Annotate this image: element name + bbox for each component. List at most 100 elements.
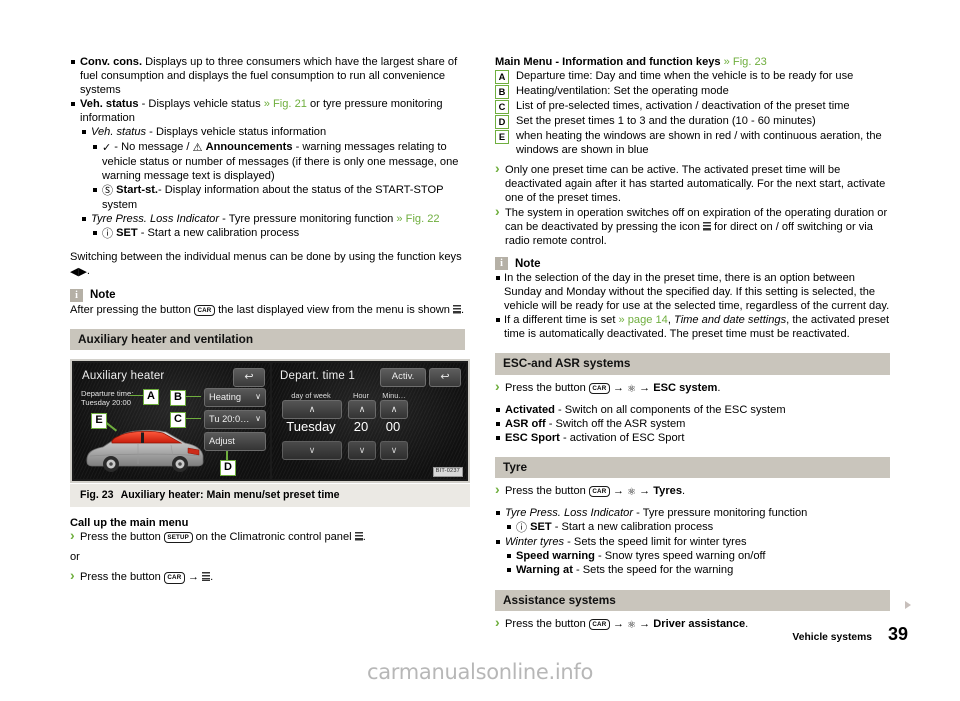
legend-row-e: E when heating the windows are shown in … xyxy=(495,129,890,157)
callout-c: C xyxy=(170,411,186,428)
key-marker-d: D xyxy=(495,115,509,130)
right-column: Main Menu - Information and function key… xyxy=(495,55,890,633)
list-item: Conv. cons. Displays up to three consume… xyxy=(70,55,465,97)
key-marker-b: B xyxy=(495,85,509,100)
term-conv-cons: Conv. cons. xyxy=(80,56,143,68)
note-text-after: the last displayed view from the menu is… xyxy=(214,303,453,316)
section-heading-auxiliary-heater: Auxiliary heater and ventilation xyxy=(70,328,465,350)
ref-fig-21[interactable]: » Fig. 21 xyxy=(264,98,307,110)
adjust-button[interactable]: Adjust xyxy=(204,431,266,451)
figure-23: Auxiliary heater ↩ Departure time: Tuesd… xyxy=(70,358,470,507)
minute-down-button[interactable]: ∨ xyxy=(380,440,408,460)
term-speed-warning: Speed warning xyxy=(516,550,595,563)
section-heading-assistance-systems: Assistance systems xyxy=(495,589,890,611)
infotainment-screens: Auxiliary heater ↩ Departure time: Tuesd… xyxy=(70,358,470,483)
left-right-arrow-keys-icon: ◀▶ xyxy=(70,266,87,279)
arrow-icon: → xyxy=(612,484,624,497)
car-button-icon[interactable]: CAR xyxy=(193,304,215,316)
value-day-of-week: Tuesday xyxy=(286,418,336,434)
text-veh-status-sub: - Displays vehicle status information xyxy=(146,126,327,139)
text-no-message: - No message / xyxy=(111,140,193,153)
key-marker-e: E xyxy=(495,130,509,145)
note-header-right: i Note xyxy=(495,257,890,271)
car-button-icon[interactable]: CAR xyxy=(588,485,610,498)
step-press-car: Press the button CAR → . xyxy=(70,568,465,584)
call-up-heading: Call up the main menu xyxy=(70,516,189,529)
note-period: . xyxy=(461,303,465,316)
heating-mode-button[interactable]: Heating ∨ xyxy=(204,387,266,407)
day-down-button[interactable]: ∨ xyxy=(282,440,342,460)
term-esc-sport: ESC Sport xyxy=(505,431,560,444)
arrow-icon: → xyxy=(187,571,199,584)
note-header-left: i Note xyxy=(70,288,465,302)
term-veh-status: Veh. status xyxy=(80,98,139,111)
value-hour: 20 xyxy=(353,418,369,434)
back-arrow-icon-right[interactable]: ↩ xyxy=(429,367,461,387)
term-veh-status-sub: Veh. status xyxy=(91,126,147,139)
setup-button-icon[interactable]: SETUP xyxy=(163,531,193,544)
target-tyres[interactable]: Tyres xyxy=(653,485,682,497)
car-button-icon[interactable]: CAR xyxy=(163,572,185,584)
legend-row-a: A Departure time: Day and time when the … xyxy=(495,69,890,85)
page-footer: Vehicle systems 39 xyxy=(0,624,908,645)
ref-fig-22[interactable]: » Fig. 22 xyxy=(396,213,439,225)
two-column-body: Conv. cons. Displays up to three consume… xyxy=(70,55,890,633)
list-item: Warning at - Sets the speed for the warn… xyxy=(506,563,890,577)
term-tyre-press-loss: Tyre Press. Loss Indicator xyxy=(91,213,220,226)
section-heading-esc-asr: ESC-and ASR systems xyxy=(495,353,890,375)
callout-b: B xyxy=(170,389,186,406)
list-item: ⓘ SET - Start a new calibration process xyxy=(506,520,890,535)
screen-departure-time[interactable]: Depart. time 1 Activ. ↩ day of week Hour… xyxy=(272,362,466,479)
legend-row-b: B Heating/ventilation: Set the operating… xyxy=(495,84,890,100)
hour-down-button[interactable]: ∨ xyxy=(348,440,376,460)
leader-line-c xyxy=(185,417,201,420)
minute-up-button[interactable]: ∧ xyxy=(380,399,408,419)
ref-page-14[interactable]: » page 14 xyxy=(618,314,667,326)
term-set: SET xyxy=(116,227,138,240)
list-item: Activated - Switch on all components of … xyxy=(495,403,890,417)
screen-auxiliary-heater-main[interactable]: Auxiliary heater ↩ Departure time: Tuesd… xyxy=(74,362,270,479)
term-asr-off: ASR off xyxy=(505,417,546,430)
legend-text-e: when heating the windows are shown in re… xyxy=(516,130,882,157)
departure-time-label: Departure time: Tuesday 20:00 xyxy=(81,388,134,408)
heating-mode-label: Heating xyxy=(209,392,242,403)
legend-text-b: Heating/ventilation: Set the operating m… xyxy=(516,85,729,98)
note-text-before: After pressing the button xyxy=(70,303,194,316)
watermark: carmanualsonline.info xyxy=(366,660,594,684)
back-arrow-icon-left[interactable]: ↩ xyxy=(233,367,265,387)
day-up-button[interactable]: ∧ xyxy=(282,399,342,419)
target-esc-system[interactable]: ESC system xyxy=(653,382,717,394)
car-button-icon[interactable]: CAR xyxy=(588,382,610,394)
note-bullet-day-selection: In the selection of the day in the prese… xyxy=(495,271,890,313)
warning-triangle-icon: ⚠ xyxy=(192,141,203,154)
list-item: Veh. status - Displays vehicle status » … xyxy=(70,97,465,125)
info-icon: i xyxy=(495,257,508,271)
climatronic-icon xyxy=(354,531,363,541)
ref-fig-23[interactable]: » Fig. 23 xyxy=(724,56,767,68)
checkmark-icon: ✓ xyxy=(102,141,112,154)
switching-text: Switching between the individual menus c… xyxy=(70,251,462,264)
main-menu-heading-text: Main Menu - Information and function key… xyxy=(495,56,724,68)
tyre-pressure-icon: ⓘ xyxy=(516,522,527,535)
text-set: - Start a new calibration process xyxy=(137,227,300,240)
list-item: Speed warning - Snow tyres speed warning… xyxy=(506,549,890,563)
figure-caption-text: Auxiliary heater: Main menu/set preset t… xyxy=(120,488,340,501)
preset-time-button[interactable]: Tu 20:0… ∨ xyxy=(204,409,266,429)
step-press-car-esc: Press the button CAR → ⚛ → ESC system. xyxy=(495,378,890,397)
callout-a: A xyxy=(143,388,159,405)
main-menu-heading: Main Menu - Information and function key… xyxy=(495,55,890,69)
list-item: Tyre Press. Loss Indicator - Tyre pressu… xyxy=(81,212,465,226)
activate-button[interactable]: Activ. xyxy=(380,367,426,387)
list-item: Veh. status - Displays vehicle status in… xyxy=(81,125,465,139)
figure-code-tag: BIT-0237 xyxy=(432,466,463,477)
gear-icon: ⚛ xyxy=(627,383,637,395)
arrow-icon: → xyxy=(639,484,651,497)
hour-up-button[interactable]: ∧ xyxy=(348,399,376,419)
italic-time-date-settings: Time and date settings xyxy=(674,314,787,327)
switching-period: . xyxy=(86,265,91,278)
step-press-setup: Press the button SETUP on the Climatroni… xyxy=(70,528,465,544)
legend-row-c: C List of pre-selected times, activation… xyxy=(495,99,890,115)
note-body-left: After pressing the button CAR the last d… xyxy=(70,303,465,317)
text-tyre-press-loss: - Tyre pressure monitoring function xyxy=(219,213,397,226)
value-minute: 00 xyxy=(385,418,401,434)
